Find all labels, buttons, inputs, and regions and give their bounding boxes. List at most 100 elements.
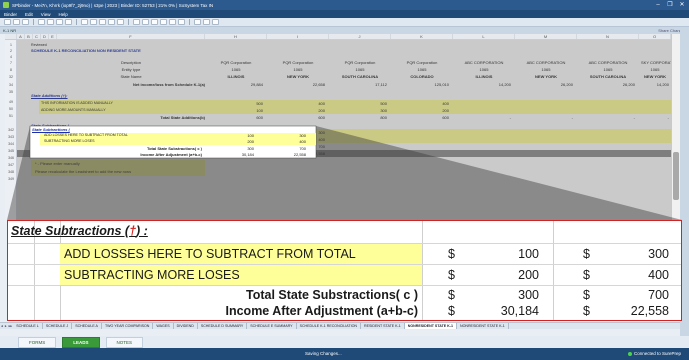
- addition-cell[interactable]: 200: [267, 108, 325, 113]
- row-number[interactable]: 344: [5, 142, 17, 146]
- toolbar-button[interactable]: [212, 19, 219, 25]
- toolbar-button[interactable]: [38, 19, 45, 25]
- state-name-cell[interactable]: ILLINOIS: [453, 74, 515, 79]
- manual-row-label[interactable]: ADDING MORE AMOUNTS MANUALLY: [41, 108, 106, 112]
- column-header[interactable]: N: [577, 34, 639, 39]
- state-name-cell[interactable]: ILLINOIS: [205, 74, 267, 79]
- column-header[interactable]: F: [57, 34, 205, 39]
- toolbar-button[interactable]: [194, 19, 201, 25]
- company-name-cell[interactable]: PQR Corporation: [391, 60, 453, 65]
- toolbar-button[interactable]: [203, 19, 210, 25]
- company-name-cell[interactable]: PQR Corporation: [205, 60, 267, 65]
- addition-cell[interactable]: 400: [267, 101, 325, 106]
- addition-cell[interactable]: 500: [329, 101, 387, 106]
- row-number[interactable]: 342: [5, 128, 17, 132]
- entity-type-cell[interactable]: 1065: [639, 67, 671, 72]
- zoom-value-col2[interactable]: 300: [598, 244, 669, 264]
- addition-cell[interactable]: 500: [205, 101, 263, 106]
- column-header[interactable]: J: [329, 34, 391, 39]
- entity-type-cell[interactable]: 1065: [577, 67, 639, 72]
- total-addition-cell[interactable]: 600: [205, 115, 263, 120]
- state-name-cell[interactable]: COLORADO: [391, 74, 453, 79]
- company-name-cell[interactable]: PQR Corporation: [329, 60, 391, 65]
- toolbar-button[interactable]: [178, 19, 185, 25]
- menu-view[interactable]: View: [41, 12, 51, 17]
- toolbar-button[interactable]: [151, 19, 158, 25]
- column-header[interactable]: L: [453, 34, 515, 39]
- document-tab[interactable]: K-1 NR: [3, 28, 16, 33]
- company-name-cell[interactable]: PQR Corporation: [267, 60, 329, 65]
- zoom-value-col1[interactable]: 100: [463, 244, 539, 264]
- total-addition-cell[interactable]: -: [453, 115, 511, 120]
- column-header[interactable]: C: [33, 34, 41, 39]
- addition-cell[interactable]: 200: [391, 108, 449, 113]
- vertical-scrollbar[interactable]: [671, 34, 680, 224]
- zoom-row-label[interactable]: SUBTRACTING MORE LOSES: [64, 265, 240, 285]
- net-income-cell[interactable]: 17,112: [329, 82, 387, 87]
- sheet-tab[interactable]: TWO YEAR COMPARISON: [102, 323, 154, 329]
- state-name-cell[interactable]: SOUTH CAROLINA: [577, 74, 639, 79]
- column-header[interactable]: B: [25, 34, 33, 39]
- sheet-tab[interactable]: SCHEDULE E SUMMARY: [247, 323, 297, 329]
- row-number[interactable]: 2: [5, 49, 17, 53]
- toolbar-button[interactable]: [65, 19, 72, 25]
- toolbar-button[interactable]: [117, 19, 124, 25]
- total-addition-cell[interactable]: -: [577, 115, 635, 120]
- row-number[interactable]: 50: [5, 107, 17, 111]
- sheet-tab[interactable]: NONRESIDENT STATE K-1: [457, 323, 509, 329]
- net-income-cell[interactable]: 14,200: [639, 82, 669, 87]
- total-addition-cell[interactable]: 600: [391, 115, 449, 120]
- close-button[interactable]: ✕: [678, 0, 686, 10]
- scrollbar-thumb[interactable]: [673, 152, 679, 200]
- column-header[interactable]: K: [391, 34, 453, 39]
- toolbar-button[interactable]: [47, 19, 54, 25]
- total-addition-cell[interactable]: -: [515, 115, 573, 120]
- menu-help[interactable]: Help: [58, 12, 67, 17]
- row-number[interactable]: 345: [5, 149, 17, 153]
- zoom-row-label[interactable]: ADD LOSSES HERE TO SUBTRACT FROM TOTAL: [64, 244, 356, 264]
- zoom-row-income-after[interactable]: Income After Adjustment (a+b-c) $ 30,184…: [8, 301, 681, 320]
- zoom-value-col2[interactable]: 400: [598, 265, 669, 285]
- column-header[interactable]: D: [41, 34, 49, 39]
- minimize-button[interactable]: –: [654, 0, 662, 10]
- column-header[interactable]: H: [205, 34, 267, 39]
- toolbar-button[interactable]: [142, 19, 149, 25]
- menu-binder[interactable]: Binder: [4, 12, 17, 17]
- column-header[interactable]: O: [639, 34, 671, 39]
- sheet-tab[interactable]: SCHEDULE A: [72, 323, 102, 329]
- company-name-cell[interactable]: ABC CORPORATION: [453, 60, 515, 65]
- zoom-value-col1[interactable]: 30,184: [463, 301, 539, 320]
- toolbar-button[interactable]: [169, 19, 176, 25]
- total-addition-cell[interactable]: 600: [267, 115, 325, 120]
- column-header[interactable]: M: [515, 34, 577, 39]
- tab-forms[interactable]: FORMS: [18, 336, 57, 348]
- state-name-cell[interactable]: NEW YORK: [267, 74, 329, 79]
- toolbar-button[interactable]: [81, 19, 88, 25]
- toolbar-button[interactable]: [99, 19, 106, 25]
- total-addition-cell[interactable]: 800: [329, 115, 387, 120]
- row-number[interactable]: 32: [5, 75, 17, 79]
- sheet-tab[interactable]: SCHEDULE J: [43, 323, 73, 329]
- net-income-cell[interactable]: 14,200: [453, 82, 511, 87]
- net-income-cell[interactable]: 22,658: [267, 82, 325, 87]
- toolbar-button[interactable]: [90, 19, 97, 25]
- row-number[interactable]: 1: [5, 43, 17, 47]
- toolbar-button[interactable]: [13, 19, 20, 25]
- maximize-button[interactable]: ❐: [666, 0, 674, 10]
- state-name-cell[interactable]: NEW YORK: [515, 74, 577, 79]
- zoom-row-subtracting-more[interactable]: SUBTRACTING MORE LOSES $ 200 $ 400: [8, 265, 681, 285]
- column-header[interactable]: I: [267, 34, 329, 39]
- menu-edit[interactable]: Edit: [25, 12, 33, 17]
- sheet-tab[interactable]: SCHEDULE L: [13, 323, 43, 329]
- zoom-row-add-losses[interactable]: ADD LOSSES HERE TO SUBTRACT FROM TOTAL $…: [8, 244, 681, 264]
- tab-leads[interactable]: LEADS: [62, 336, 100, 348]
- sheet-tab[interactable]: DIVIDEND: [174, 323, 198, 329]
- sheet-tab[interactable]: RESIDENT STATE K-1: [361, 323, 405, 329]
- addition-cell[interactable]: 400: [391, 101, 449, 106]
- column-header[interactable]: A: [17, 34, 25, 39]
- entity-type-cell[interactable]: 1065: [329, 67, 391, 72]
- net-income-cell[interactable]: 29,884: [205, 82, 263, 87]
- net-income-cell[interactable]: 26,200: [577, 82, 635, 87]
- toolbar-button[interactable]: [160, 19, 167, 25]
- row-number[interactable]: 8: [5, 68, 17, 72]
